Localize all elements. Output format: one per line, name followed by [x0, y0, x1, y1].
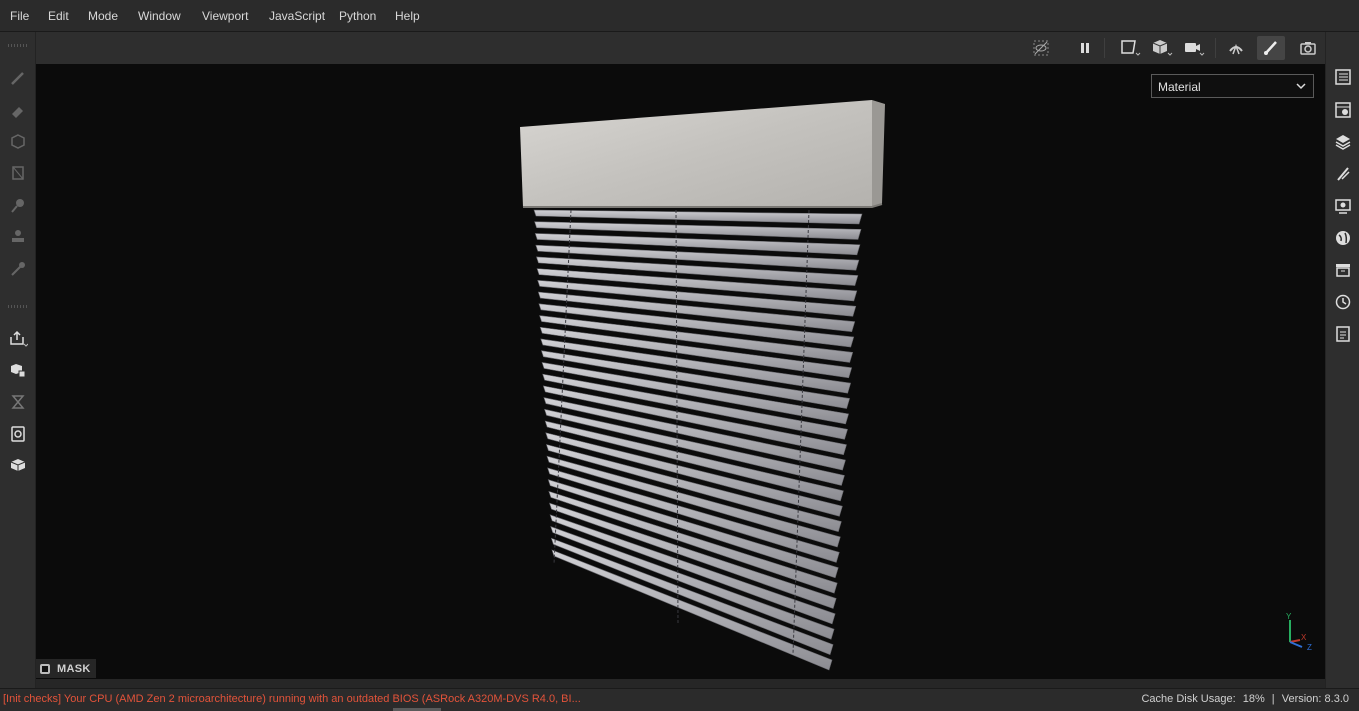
menu-javascript[interactable]: JavaScript	[269, 9, 325, 23]
menu-edit[interactable]: Edit	[48, 9, 69, 23]
chevron-down-icon	[1295, 80, 1307, 95]
status-bar: [Init checks] Your CPU (AMD Zen 2 microa…	[0, 688, 1359, 711]
menu-viewport[interactable]: Viewport	[202, 9, 248, 23]
mask-toggle-icon[interactable]	[40, 663, 50, 674]
polygon-fill-icon[interactable]	[6, 161, 30, 185]
render-mode-value: Material	[1158, 80, 1201, 94]
environment-icon[interactable]	[1331, 226, 1355, 250]
tool-bar-left	[0, 32, 36, 688]
clone-icon[interactable]	[6, 225, 30, 249]
status-message[interactable]: [Init checks] Your CPU (AMD Zen 2 microa…	[3, 693, 581, 705]
menu-mode[interactable]: Mode	[88, 9, 118, 23]
paint-icon[interactable]	[1257, 36, 1285, 60]
3d-view-icon[interactable]	[6, 453, 30, 477]
mask-label: MASK	[57, 662, 91, 675]
frame-icon[interactable]	[1116, 36, 1144, 60]
viewport-toolbar	[36, 32, 1325, 64]
cache-value: 18%	[1242, 693, 1265, 705]
axis-gizmo: Y X Z	[1276, 610, 1316, 656]
projection-icon[interactable]	[6, 130, 30, 154]
texture-set-settings-icon[interactable]	[1331, 98, 1355, 122]
log-icon[interactable]	[1331, 322, 1355, 346]
grip-handle[interactable]	[8, 44, 28, 47]
smudge-icon[interactable]	[6, 194, 30, 218]
blinds-model	[520, 100, 885, 671]
layer-stack-icon[interactable]	[1331, 130, 1355, 154]
3d-viewport[interactable]: MASK	[36, 64, 1325, 679]
axis-z-label: Z	[1307, 643, 1312, 652]
screenshot-icon[interactable]	[1294, 36, 1322, 60]
axis-y-label: Y	[1286, 612, 1292, 621]
display-settings-icon[interactable]	[1331, 194, 1355, 218]
brush-properties-icon[interactable]	[1331, 162, 1355, 186]
viewport-scrollbar[interactable]	[36, 679, 1325, 688]
camera-icon[interactable]	[1180, 36, 1208, 60]
axis-x-label: X	[1301, 633, 1307, 642]
bake-icon[interactable]	[6, 358, 30, 382]
shelf-icon[interactable]	[1331, 258, 1355, 282]
environment-icon[interactable]	[1222, 36, 1250, 60]
grip-handle[interactable]	[8, 305, 28, 308]
hide-icon[interactable]	[1027, 36, 1055, 60]
cache-label: Cache Disk Usage:	[1141, 693, 1236, 705]
status-info: Cache Disk Usage: 18% | Version: 8.3.0	[1137, 693, 1349, 705]
menu-file[interactable]: File	[10, 9, 29, 23]
render-mode-select[interactable]: Material	[1151, 74, 1314, 98]
cube-icon[interactable]	[1148, 36, 1176, 60]
menu-python[interactable]: Python	[339, 9, 376, 23]
menu-window[interactable]: Window	[138, 9, 181, 23]
panel-bar-right	[1325, 32, 1359, 688]
color-picker-icon[interactable]	[6, 257, 30, 281]
iray-icon[interactable]	[6, 390, 30, 414]
menu-help[interactable]: Help	[395, 9, 420, 23]
pause-icon[interactable]	[1071, 36, 1099, 60]
mask-indicator[interactable]: MASK	[36, 659, 96, 678]
blind-slat	[533, 209, 863, 225]
menu-bar: File Edit Mode Window Viewport JavaScrip…	[0, 0, 1359, 32]
brush-icon[interactable]	[6, 66, 30, 90]
history-icon[interactable]	[1331, 290, 1355, 314]
layers-list-icon[interactable]	[1331, 65, 1355, 89]
export-icon[interactable]	[6, 326, 30, 350]
version-label: Version: 8.3.0	[1281, 693, 1349, 705]
eraser-icon[interactable]	[6, 98, 30, 122]
texture-set-icon[interactable]	[6, 422, 30, 446]
separator: |	[1271, 693, 1275, 705]
